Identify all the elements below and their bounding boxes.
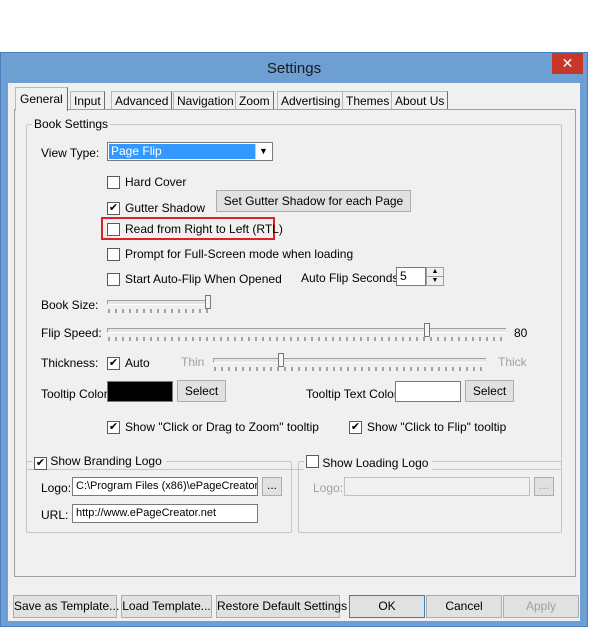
branding-url-label: URL: [41,508,69,522]
view-type-label: View Type: [41,146,100,160]
book-size-slider[interactable] [107,295,211,315]
slider-ticks [108,337,502,341]
thin-label: Thin [181,355,205,369]
tab-zoom[interactable]: Zoom [235,91,274,110]
zoom-tooltip-checkbox[interactable]: ✔ [107,421,120,434]
view-type-value: Page Flip [109,144,255,159]
slider-ticks [214,367,482,371]
restore-defaults-button[interactable]: Restore Default Settings [216,595,347,618]
zoom-tooltip-label: Show "Click or Drag to Zoom" tooltip [125,420,319,434]
thickness-slider[interactable] [213,353,489,373]
fullscreen-prompt-label: Prompt for Full-Screen mode when loading [125,247,354,261]
slider-track [213,358,486,363]
loading-logo-field-label: Logo: [313,481,344,495]
branding-logo-checkbox[interactable]: ✔ [34,457,47,470]
apply-button[interactable]: Apply [503,595,579,618]
flip-speed-label: Flip Speed: [41,326,102,340]
rtl-checkbox[interactable] [107,223,120,236]
gutter-shadow-label: Gutter Shadow [125,201,206,215]
flip-speed-slider[interactable] [107,323,509,343]
spin-down-icon[interactable]: ▼ [426,276,444,286]
book-size-label: Book Size: [41,298,99,312]
tab-about-us[interactable]: About Us [391,91,449,110]
loading-logo-path-input[interactable] [344,477,530,496]
tab-navigation[interactable]: Navigation [173,91,238,110]
slider-ticks [108,309,208,313]
tooltip-color-select-button[interactable]: Select [177,380,226,402]
branding-url-input[interactable]: http://www.ePageCreator.net [72,504,258,523]
slider-thumb[interactable] [205,295,211,309]
close-button[interactable]: ✕ [552,53,583,74]
loading-browse-button[interactable]: ... [534,477,554,496]
loading-group-header: Show Loading Logo [304,454,433,470]
flip-tooltip-checkbox[interactable]: ✔ [349,421,362,434]
load-template-button[interactable]: Load Template... [121,595,212,618]
book-settings-title: Book Settings [32,117,111,131]
tooltip-color-swatch [107,381,173,402]
hard-cover-checkbox[interactable] [107,176,120,189]
auto-flip-seconds-input[interactable]: 5 [396,267,426,286]
tab-advanced[interactable]: Advanced [111,91,173,110]
branding-group-header: ✔ Show Branding Logo [32,454,166,470]
auto-flip-checkbox[interactable] [107,273,120,286]
loading-logo-group [298,461,562,533]
tab-advertising[interactable]: Advertising [277,91,345,110]
rtl-label: Read from Right to Left (RTL) [125,222,283,236]
save-as-template-button[interactable]: Save as Template... [13,595,119,618]
thick-label: Thick [498,355,527,369]
settings-window: Settings ✕ General Input Advanced Naviga… [0,52,588,627]
tooltip-text-color-label: Tooltip Text Color: [306,387,402,401]
hard-cover-label: Hard Cover [125,175,187,189]
slider-track [107,300,208,305]
gutter-shadow-checkbox[interactable]: ✔ [107,202,120,215]
ok-button[interactable]: OK [349,595,425,618]
fullscreen-prompt-checkbox[interactable] [107,248,120,261]
view-type-select[interactable]: Page Flip ▼ [107,142,273,161]
slider-thumb[interactable] [278,353,284,367]
slider-thumb[interactable] [424,323,430,337]
thickness-auto-label: Auto [125,356,150,370]
tab-general[interactable]: General [15,87,68,111]
thickness-label: Thickness: [41,356,99,370]
thickness-auto-checkbox[interactable]: ✔ [107,357,120,370]
auto-flip-label: Start Auto-Flip When Opened [125,272,282,286]
flip-speed-value: 80 [514,326,528,340]
loading-logo-checkbox[interactable] [306,455,319,468]
window-title: Settings [266,60,322,77]
tab-panel-general: Book Settings View Type: Page Flip ▼ Har… [14,109,576,577]
auto-flip-seconds-label: Auto Flip Seconds: [301,271,402,285]
tooltip-text-color-select-button[interactable]: Select [465,380,514,402]
slider-track [107,328,506,333]
set-gutter-shadow-button[interactable]: Set Gutter Shadow for each Page [216,190,411,212]
loading-logo-label: Show Loading Logo [322,456,429,470]
tab-themes[interactable]: Themes [342,91,394,110]
branding-logo-label: Show Branding Logo [50,454,162,468]
tab-input[interactable]: Input [70,91,105,110]
tooltip-color-label: Tooltip Color: [41,387,112,401]
cancel-button[interactable]: Cancel [426,595,502,618]
branding-logo-field-label: Logo: [41,481,72,495]
tooltip-text-color-swatch [395,381,461,402]
branding-browse-button[interactable]: ... [262,477,282,496]
dialog-client: General Input Advanced Navigation Zoom A… [8,83,580,621]
branding-logo-path-input[interactable]: C:\Program Files (x86)\ePageCreator\i [72,477,258,496]
title-bar[interactable]: Settings ✕ [1,53,587,83]
flip-tooltip-label: Show "Click to Flip" tooltip [367,420,507,434]
chevron-down-icon[interactable]: ▼ [255,144,271,159]
